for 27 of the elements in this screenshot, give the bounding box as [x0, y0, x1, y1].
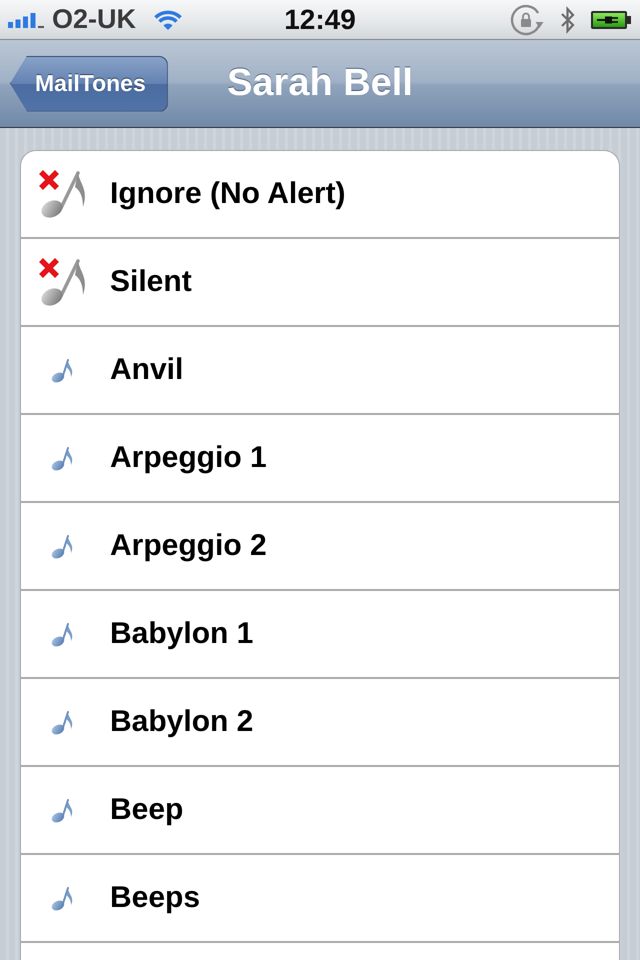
music-note-icon: [51, 622, 75, 646]
tone-list-item[interactable]: Ignore (No Alert): [21, 151, 619, 239]
music-note-icon: [51, 358, 75, 382]
tone-list-item[interactable]: Arpeggio 2: [21, 503, 619, 591]
music-note-icon: [51, 534, 75, 558]
tone-list-item[interactable]: Silent: [21, 239, 619, 327]
status-time: 12:49: [284, 4, 356, 36]
tone-list-item[interactable]: Beep: [21, 767, 619, 855]
signal-bars-icon: [8, 11, 46, 28]
music-note-icon: [51, 710, 75, 734]
music-note-icon: [51, 446, 75, 470]
tone-list-item[interactable]: Anvil: [21, 327, 619, 415]
muted-note-icon: [38, 169, 88, 219]
muted-note-icon: [38, 257, 88, 307]
back-button[interactable]: MailTones: [10, 56, 168, 112]
tone-list-item[interactable]: Beeps: [21, 855, 619, 943]
carrier-name: O2-UK: [52, 4, 136, 35]
music-note-icon: [51, 886, 75, 910]
tone-list-item[interactable]: Babylon 2: [21, 679, 619, 767]
music-note-icon: [51, 798, 75, 822]
rotation-lock-icon: [509, 2, 545, 36]
tone-list-item[interactable]: Babylon 1: [21, 591, 619, 679]
battery-charging-icon: [590, 10, 632, 30]
wifi-icon: [153, 8, 184, 30]
bluetooth-icon: [559, 4, 577, 34]
tone-list-item[interactable]: Arpeggio 1: [21, 415, 619, 503]
nav-title: Sarah Bell: [227, 62, 413, 105]
